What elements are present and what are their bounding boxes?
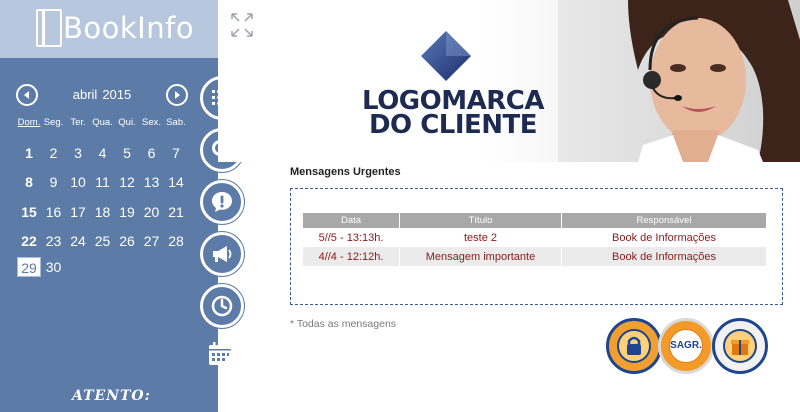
calendar-day[interactable]: 7 — [164, 143, 188, 163]
calendar-day[interactable]: 4 — [91, 143, 115, 163]
sagr-text: SAGR. — [670, 340, 702, 351]
gift-icon — [723, 329, 757, 363]
atento-logo: ATENTO: — [72, 388, 151, 404]
calendar-day[interactable]: 23 — [42, 231, 66, 251]
calendar-day[interactable]: 30 — [42, 257, 66, 277]
banner: LOGOMARCA DO CLIENTE — [218, 0, 800, 162]
calendar-day[interactable]: 16 — [42, 202, 66, 222]
calendar-year: 2015 — [102, 87, 132, 102]
nav-calendar-button[interactable] — [200, 334, 244, 378]
calendar-day[interactable]: 20 — [140, 202, 164, 222]
urgent-messages-panel: Data Título Responsável 5//5 - 13:13h. t… — [290, 188, 783, 305]
responsibility-policy-badge[interactable] — [712, 318, 768, 374]
calendar-icon — [209, 342, 231, 365]
message-date: 5//5 - 13:13h. — [303, 228, 400, 247]
sagr-badge[interactable]: SAGR. — [658, 318, 714, 374]
agent-photo — [558, 0, 800, 162]
weekday-label: Qua. — [92, 117, 113, 128]
next-month-button[interactable] — [166, 84, 188, 106]
table-row[interactable]: 4//4 - 12:12h. Mensagem importante Book … — [303, 247, 766, 266]
calendar-day[interactable]: 17 — [66, 202, 90, 222]
weekday-label: Sex. — [141, 117, 161, 128]
message-owner: Book de Informações — [562, 247, 766, 266]
calendar-day[interactable]: 14 — [164, 172, 188, 192]
calendar-header: abril 2015 — [14, 84, 190, 108]
sagr-badge-seal: SAGR. — [669, 329, 703, 363]
calendar-day[interactable]: 13 — [140, 172, 164, 192]
message-title[interactable]: Mensagem importante — [400, 247, 562, 266]
calendar-day[interactable]: 9 — [42, 172, 66, 192]
message-owner: Book de Informações — [612, 231, 716, 244]
message-title[interactable]: teste 2 — [400, 228, 562, 247]
column-header-title: Título — [400, 213, 562, 228]
messages-table: Data Título Responsável 5//5 - 13:13h. t… — [303, 213, 766, 266]
expand-icon[interactable] — [230, 12, 254, 38]
table-row[interactable]: 5//5 - 13:13h. teste 2 Book de Informaçõ… — [303, 228, 766, 247]
logo-bar: BookInfo — [0, 0, 218, 58]
calendar-day[interactable]: 3 — [66, 143, 90, 163]
urgent-messages-title: Mensagens Urgentes — [290, 166, 401, 178]
lock-icon — [617, 329, 651, 363]
calendar-day-today[interactable]: 29 — [17, 257, 41, 277]
column-header-owner: Responsável — [562, 213, 766, 228]
nav-announcements-button[interactable] — [200, 232, 244, 276]
calendar-day[interactable]: 22 — [17, 231, 41, 251]
diamond-logo-icon — [421, 31, 471, 81]
calendar-day[interactable]: 21 — [164, 202, 188, 222]
weekday-label: Dom. — [17, 117, 41, 128]
weekday-label: Qui. — [118, 117, 136, 128]
app-name: BookInfo — [63, 11, 195, 45]
chevron-right-icon — [175, 91, 180, 99]
calendar-day[interactable]: 15 — [17, 202, 41, 222]
calendar-day[interactable]: 25 — [91, 231, 115, 251]
calendar-day[interactable]: 2 — [42, 143, 66, 163]
calendar-day[interactable]: 5 — [115, 143, 139, 163]
book-icon — [36, 9, 62, 47]
column-header-date: Data — [303, 213, 400, 228]
calendar-day[interactable]: 27 — [140, 231, 164, 251]
weekday-label: Seg. — [43, 117, 64, 128]
app-logo[interactable]: BookInfo — [36, 8, 194, 48]
calendar-day[interactable]: 12 — [115, 172, 139, 192]
calendar-day[interactable]: 28 — [164, 231, 188, 251]
security-policy-badge[interactable] — [606, 318, 662, 374]
calendar-month: abril — [72, 87, 98, 102]
calendar-day[interactable]: 24 — [66, 231, 90, 251]
sidebar: BookInfo abril 2015 Dom. Seg. Ter. Qua. Qui. S… — [0, 0, 218, 412]
nav-history-button[interactable] — [200, 284, 244, 328]
nav-alerts-button[interactable] — [200, 180, 244, 224]
calendar-day[interactable]: 18 — [91, 202, 115, 222]
calendar-day[interactable]: 19 — [115, 202, 139, 222]
weekday-label: Sab. — [166, 117, 186, 128]
client-logo: LOGOMARCA DO CLIENTE — [358, 30, 548, 140]
calendar-title: abril 2015 — [14, 87, 190, 102]
megaphone-icon — [213, 246, 232, 262]
calendar-day[interactable]: 6 — [140, 143, 164, 163]
calendar-day[interactable]: 1 — [17, 143, 41, 163]
clock-icon — [211, 295, 233, 317]
message-date: 4//4 - 12:12h. — [303, 247, 400, 266]
calendar-day[interactable]: 11 — [91, 172, 115, 192]
weekday-label: Ter. — [70, 117, 86, 128]
calendar-day[interactable]: 10 — [66, 172, 90, 192]
alert-icon — [212, 192, 232, 212]
all-messages-link[interactable]: * Todas as mensagens — [290, 318, 396, 330]
calendar-day[interactable]: 26 — [115, 231, 139, 251]
client-logo-line2: DO CLIENTE — [368, 110, 538, 140]
calendar-day[interactable]: 8 — [17, 172, 41, 192]
table-header-row: Data Título Responsável — [303, 213, 766, 228]
